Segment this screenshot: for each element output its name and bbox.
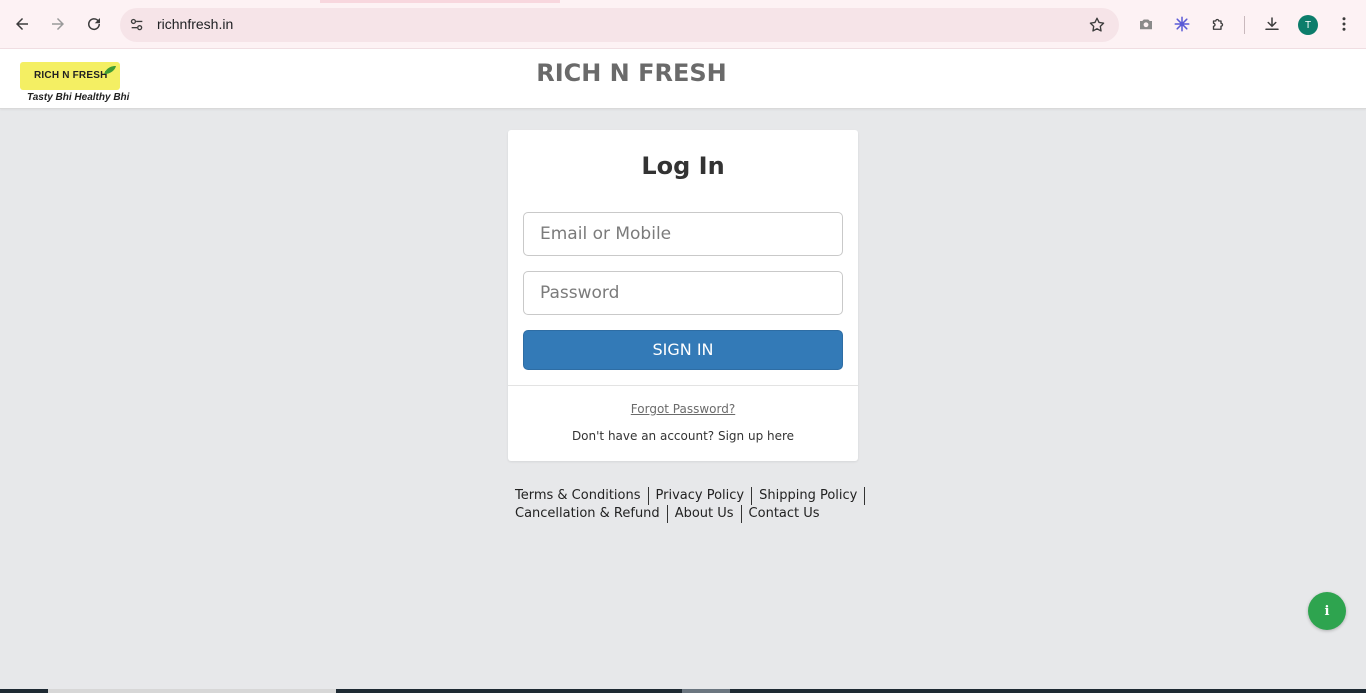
back-button[interactable] bbox=[9, 11, 35, 37]
taskbar-strip bbox=[0, 689, 1366, 693]
forward-button[interactable] bbox=[45, 11, 71, 37]
snowflake-icon[interactable] bbox=[1171, 13, 1193, 35]
shipping-policy-link[interactable]: Shipping Policy bbox=[752, 487, 866, 505]
forgot-password-link[interactable]: Forgot Password? bbox=[508, 402, 858, 416]
privacy-policy-link[interactable]: Privacy Policy bbox=[649, 487, 753, 505]
email-field bbox=[523, 212, 843, 256]
camera-icon[interactable] bbox=[1135, 13, 1157, 35]
forward-arrow-icon bbox=[52, 18, 64, 30]
info-button[interactable]: i bbox=[1308, 592, 1346, 630]
logo-tagline: Tasty Bhi Healthy Bhi bbox=[27, 92, 130, 103]
login-title: Log In bbox=[641, 152, 725, 180]
signup-link[interactable]: Sign up here bbox=[718, 429, 794, 443]
reload-button[interactable] bbox=[81, 11, 107, 37]
site-header: RICH N FRESH Tasty Bhi Healthy Bhi RICH … bbox=[0, 49, 1366, 109]
card-divider bbox=[508, 385, 858, 386]
toolbar-separator bbox=[1244, 16, 1245, 34]
footer-row: Terms & Conditions Privacy Policy Shippi… bbox=[508, 487, 868, 505]
footer-row: Cancellation & Refund About Us Contact U… bbox=[508, 505, 868, 523]
reload-icon bbox=[88, 18, 101, 31]
password-input[interactable] bbox=[524, 272, 842, 314]
info-icon: i bbox=[1324, 603, 1330, 619]
cancellation-refund-link[interactable]: Cancellation & Refund bbox=[508, 505, 668, 523]
email-input[interactable] bbox=[524, 213, 842, 255]
footer-links: Terms & Conditions Privacy Policy Shippi… bbox=[508, 487, 868, 523]
contact-us-link[interactable]: Contact Us bbox=[742, 505, 827, 523]
about-us-link[interactable]: About Us bbox=[668, 505, 742, 523]
kebab-menu-icon[interactable] bbox=[1333, 13, 1355, 35]
password-field bbox=[523, 271, 843, 315]
login-card: Log In SIGN IN Forgot Password? Don't ha… bbox=[508, 130, 858, 461]
terms-link[interactable]: Terms & Conditions bbox=[508, 487, 649, 505]
star-icon[interactable] bbox=[1087, 15, 1107, 35]
site-settings-icon[interactable] bbox=[128, 16, 146, 34]
signup-prefix: Don't have an account? bbox=[571, 429, 715, 443]
puzzle-icon[interactable] bbox=[1207, 13, 1229, 35]
address-bar[interactable]: richnfresh.in bbox=[120, 8, 1119, 42]
taskbar-segment bbox=[48, 689, 336, 693]
sign-in-button[interactable]: SIGN IN bbox=[523, 330, 843, 370]
browser-toolbar: richnfresh.in T bbox=[0, 0, 1366, 49]
signup-prompt: Don't have an account? Sign up here bbox=[508, 429, 858, 443]
site-title: RICH N FRESH bbox=[536, 59, 727, 87]
back-arrow-icon bbox=[16, 18, 28, 30]
taskbar-segment bbox=[682, 689, 730, 693]
active-tab-edge bbox=[320, 0, 560, 3]
url-text: richnfresh.in bbox=[157, 16, 234, 32]
profile-avatar[interactable]: T bbox=[1298, 15, 1318, 35]
download-icon[interactable] bbox=[1261, 13, 1283, 35]
